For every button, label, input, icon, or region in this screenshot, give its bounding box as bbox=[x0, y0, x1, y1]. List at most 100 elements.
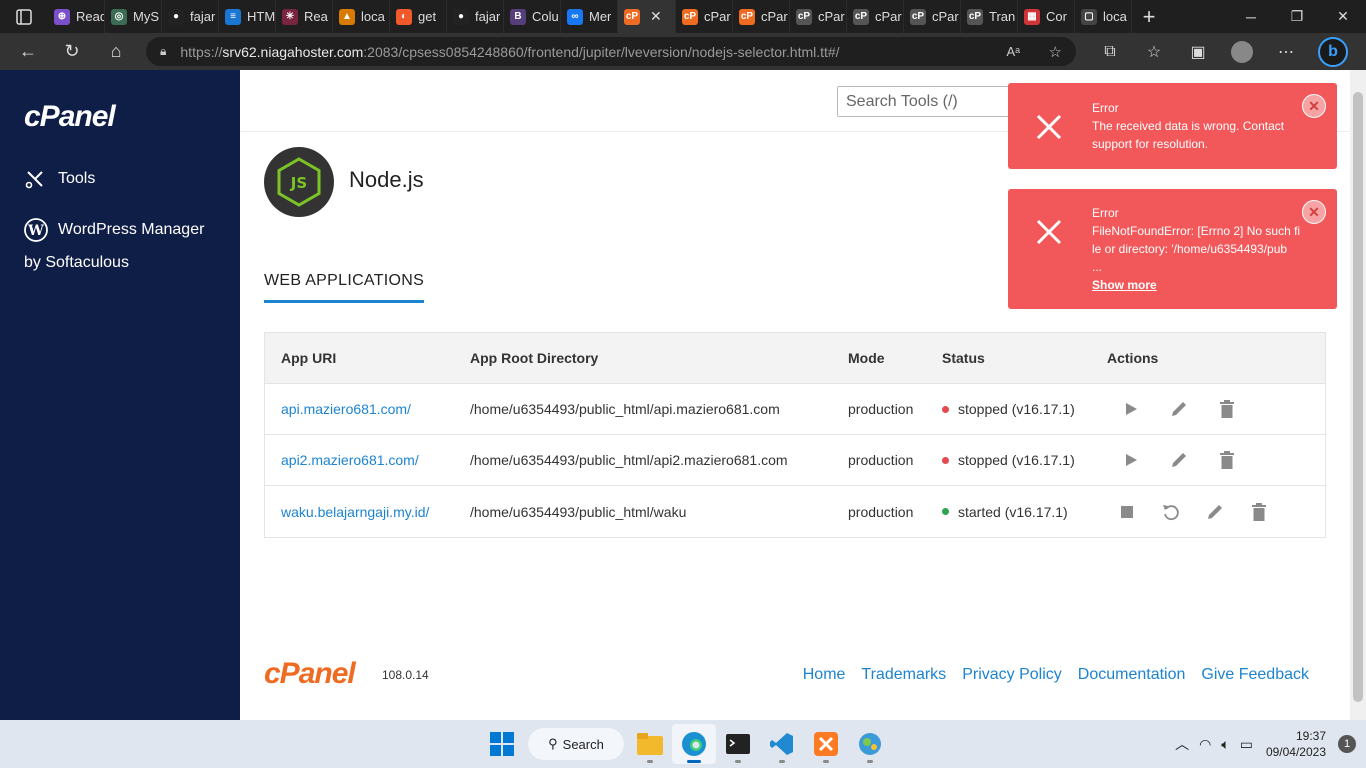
app-uri-link[interactable]: waku.belajarngaji.my.id/ bbox=[281, 504, 429, 520]
browser-tab[interactable]: cP ✕ bbox=[618, 0, 676, 33]
notification-badge[interactable]: 1 bbox=[1338, 735, 1356, 753]
browser-tab[interactable]: cP cPar bbox=[904, 0, 961, 33]
footer-link-documentation[interactable]: Documentation bbox=[1078, 666, 1186, 684]
profile-avatar[interactable] bbox=[1231, 40, 1253, 63]
status-dot-started bbox=[942, 508, 949, 515]
browser-tab[interactable]: ⊕ Read bbox=[48, 0, 105, 33]
browser-tab[interactable]: ● fajar bbox=[447, 0, 504, 33]
taskbar-network-app[interactable] bbox=[848, 724, 892, 764]
footer-link-trademarks[interactable]: Trademarks bbox=[861, 666, 946, 684]
extensions-icon[interactable]: ⧉ bbox=[1088, 43, 1132, 61]
window-controls: ─ ❐ ✕ bbox=[1228, 0, 1366, 33]
show-more-link[interactable]: Show more bbox=[1092, 276, 1302, 294]
browser-tab[interactable]: ▦ Cor bbox=[1018, 0, 1075, 33]
address-bar[interactable]: 🔒︎ https://srv62.niagahoster.com:2083/cp… bbox=[146, 37, 1076, 66]
chevron-up-icon[interactable]: ︿ bbox=[1175, 734, 1189, 754]
tab-favicon-icon: cP bbox=[796, 8, 812, 25]
search-tools-input[interactable]: Search Tools (/) bbox=[837, 86, 1017, 117]
battery-icon[interactable]: ▭ bbox=[1240, 736, 1253, 753]
browser-tab[interactable]: cP cPar bbox=[847, 0, 904, 33]
column-header-app-root: App Root Directory bbox=[470, 350, 599, 366]
sidebar: cPanel Tools W WordPress Manager by Soft… bbox=[0, 70, 240, 720]
browser-tab[interactable]: ▢ loca bbox=[1075, 0, 1132, 33]
app-status-cell: started (v16.17.1) bbox=[942, 504, 1107, 520]
taskbar-vscode[interactable] bbox=[760, 724, 804, 764]
start-button[interactable] bbox=[480, 724, 524, 764]
tab-actions-icon bbox=[16, 8, 32, 25]
browser-tab[interactable]: ● fajar bbox=[162, 0, 219, 33]
tab-favicon-icon: ◎ bbox=[111, 8, 127, 25]
edit-app-button[interactable] bbox=[1195, 503, 1235, 521]
table-row: api.maziero681.com/ /home/u6354493/publi… bbox=[265, 384, 1325, 435]
refresh-button[interactable]: ↻ bbox=[50, 33, 94, 70]
footer-cpanel-logo: cPanel bbox=[264, 657, 356, 690]
maximize-button[interactable]: ❐ bbox=[1274, 0, 1320, 33]
stop-app-button[interactable] bbox=[1107, 505, 1147, 518]
tab-actions-menu-button[interactable] bbox=[0, 0, 48, 33]
taskbar-terminal[interactable] bbox=[716, 724, 760, 764]
footer-link-privacy-policy[interactable]: Privacy Policy bbox=[962, 666, 1062, 684]
footer-link-give-feedback[interactable]: Give Feedback bbox=[1201, 666, 1309, 684]
restart-app-button[interactable] bbox=[1147, 503, 1195, 521]
tab-web-applications[interactable]: WEB APPLICATIONS bbox=[264, 272, 425, 303]
clock[interactable]: 19:37 09/04/2023 bbox=[1266, 728, 1326, 760]
app-uri-link[interactable]: api2.maziero681.com/ bbox=[281, 452, 419, 468]
wifi-icon[interactable]: ◠ bbox=[1199, 736, 1211, 753]
browser-tab[interactable]: ∞ Mer bbox=[561, 0, 618, 33]
delete-app-button[interactable] bbox=[1203, 400, 1251, 418]
collections-icon[interactable]: ▣ bbox=[1176, 42, 1220, 62]
volume-icon[interactable]: 🔈︎ bbox=[1221, 736, 1229, 753]
close-window-button[interactable]: ✕ bbox=[1320, 0, 1366, 33]
delete-app-button[interactable] bbox=[1235, 502, 1283, 521]
column-header-status: Status bbox=[942, 350, 985, 366]
tab-title: cPar bbox=[932, 9, 959, 24]
browser-tab[interactable]: ◐ get bbox=[390, 0, 447, 33]
toast-close-button[interactable]: ✕ bbox=[1302, 200, 1326, 224]
tab-favicon-icon: cP bbox=[910, 8, 926, 25]
scrollbar-thumb[interactable] bbox=[1353, 92, 1363, 702]
start-app-button[interactable] bbox=[1107, 453, 1155, 467]
status-dot-stopped bbox=[942, 456, 949, 464]
bing-icon[interactable]: b bbox=[1318, 36, 1348, 67]
browser-tab[interactable]: cP cPar bbox=[676, 0, 733, 33]
sidebar-item-tools[interactable]: Tools bbox=[24, 168, 95, 190]
edit-app-button[interactable] bbox=[1155, 400, 1203, 418]
toast-message: The received data is wrong. Contact supp… bbox=[1092, 119, 1285, 151]
taskbar-search-button[interactable]: ⚲ Search bbox=[528, 728, 624, 760]
back-button[interactable]: ← bbox=[6, 33, 50, 70]
app-uri-link[interactable]: api.maziero681.com/ bbox=[281, 401, 411, 417]
add-favorite-icon[interactable]: ☆ bbox=[1049, 43, 1062, 61]
footer-link-home[interactable]: Home bbox=[803, 666, 846, 684]
browser-tab[interactable]: ✳ Rea bbox=[276, 0, 333, 33]
browser-tab[interactable]: cP Tran bbox=[961, 0, 1018, 33]
minimize-button[interactable]: ─ bbox=[1228, 0, 1274, 33]
browser-tab[interactable]: B Colu bbox=[504, 0, 561, 33]
home-button[interactable]: ⌂ bbox=[94, 33, 138, 70]
tab-close-icon[interactable]: ✕ bbox=[650, 8, 662, 25]
more-menu-icon[interactable]: ⋯ bbox=[1264, 42, 1308, 62]
edit-app-button[interactable] bbox=[1155, 451, 1203, 469]
taskbar-file-explorer[interactable] bbox=[628, 724, 672, 764]
sidebar-item-wordpress-manager[interactable]: W WordPress Manager by Softaculous bbox=[24, 213, 204, 279]
browser-tab[interactable]: ▲ loca bbox=[333, 0, 390, 33]
read-aloud-icon[interactable]: A͏ᵃ bbox=[1006, 44, 1020, 59]
status-text: started (v16.17.1) bbox=[958, 503, 1068, 520]
tab-strip: ⊕ Read ◎ MyS ● fajar ≡ HTM ✳ Rea ▲ loca ◐ get ● fajar B C… bbox=[48, 0, 1132, 33]
browser-tab[interactable]: ≡ HTM bbox=[219, 0, 276, 33]
page-scrollbar[interactable] bbox=[1350, 70, 1366, 720]
cpanel-logo[interactable]: cPanel bbox=[24, 100, 116, 134]
browser-tab[interactable]: cP cPar bbox=[733, 0, 790, 33]
taskbar-xampp[interactable] bbox=[804, 724, 848, 764]
delete-app-button[interactable] bbox=[1203, 451, 1251, 469]
favorites-icon[interactable]: ☆ bbox=[1132, 42, 1176, 62]
taskbar-search-label: Search bbox=[562, 736, 604, 752]
browser-tab[interactable]: ◎ MyS bbox=[105, 0, 162, 33]
restart-icon bbox=[1163, 504, 1179, 520]
toast-close-button[interactable]: ✕ bbox=[1302, 94, 1326, 118]
nodejs-hexagon-icon: JS bbox=[277, 157, 321, 207]
browser-tab[interactable]: cP cPar bbox=[790, 0, 847, 33]
table-row: waku.belajarngaji.my.id/ /home/u6354493/… bbox=[265, 486, 1325, 537]
start-app-button[interactable] bbox=[1107, 402, 1155, 416]
new-tab-button[interactable]: + bbox=[1132, 0, 1166, 33]
taskbar-edge[interactable] bbox=[672, 724, 716, 764]
